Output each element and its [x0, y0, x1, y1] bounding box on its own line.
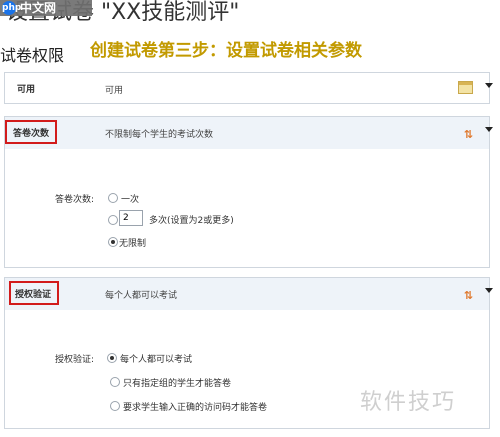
- attempts-option-multiple-label: 多次(设置为2或更多): [149, 216, 234, 226]
- watermark-text: 软件技巧: [360, 390, 457, 415]
- attempts-row[interactable]: 答卷次数 不限制每个学生的考试次数 ⇅: [4, 116, 493, 150]
- access-sort-icon[interactable]: ⇅: [464, 289, 473, 302]
- sort-icon[interactable]: ⇅: [464, 128, 473, 141]
- access-option-code-label: 要求学生输入正确的访问码才能答卷: [123, 403, 268, 413]
- attempts-count-input[interactable]: [119, 210, 143, 226]
- attempts-option-unlimited-radio[interactable]: [108, 237, 118, 247]
- attempts-option-once-radio[interactable]: [108, 193, 118, 203]
- access-option-code-radio[interactable]: [110, 401, 120, 411]
- php-logo-icon: php: [2, 1, 22, 15]
- attempts-value: 不限制每个学生的考试次数: [105, 130, 214, 140]
- attempts-option-unlimited-label: 无限制: [119, 239, 147, 249]
- availability-label: 可用: [17, 85, 36, 95]
- attempts-menu-arrow-icon[interactable]: [485, 127, 493, 132]
- site-badge-text: 中文网: [20, 1, 57, 15]
- availability-value: 可用: [105, 86, 124, 96]
- access-label: 授权验证: [15, 290, 52, 300]
- access-row[interactable]: 授权验证 每个人都可以考试 ⇅: [4, 277, 493, 311]
- availability-menu-arrow-icon[interactable]: [485, 83, 493, 88]
- access-option-group-label: 只有指定组的学生才能答卷: [123, 379, 232, 389]
- attempts-option-multiple-radio[interactable]: [108, 215, 118, 225]
- attempts-form-label: 答卷次数:: [55, 195, 95, 205]
- access-form-label: 授权验证:: [55, 355, 95, 365]
- availability-row[interactable]: 可用 可用: [4, 72, 493, 104]
- step-banner: 创建试卷第三步：设置试卷相关参数: [90, 41, 362, 61]
- calendar-icon[interactable]: [458, 81, 473, 94]
- access-option-everyone-label: 每个人都可以考试: [120, 355, 193, 365]
- attempts-panel: 答卷次数: 一次 多次(设置为2或更多) 无限制: [4, 149, 490, 268]
- access-value: 每个人都可以考试: [105, 291, 178, 301]
- attempts-option-once-label: 一次: [121, 195, 140, 205]
- section-title: 试卷权限: [0, 46, 65, 65]
- access-option-everyone-radio[interactable]: [107, 353, 117, 363]
- access-menu-arrow-icon[interactable]: [485, 288, 493, 293]
- attempts-label: 答卷次数: [13, 129, 50, 139]
- access-option-group-radio[interactable]: [110, 377, 120, 387]
